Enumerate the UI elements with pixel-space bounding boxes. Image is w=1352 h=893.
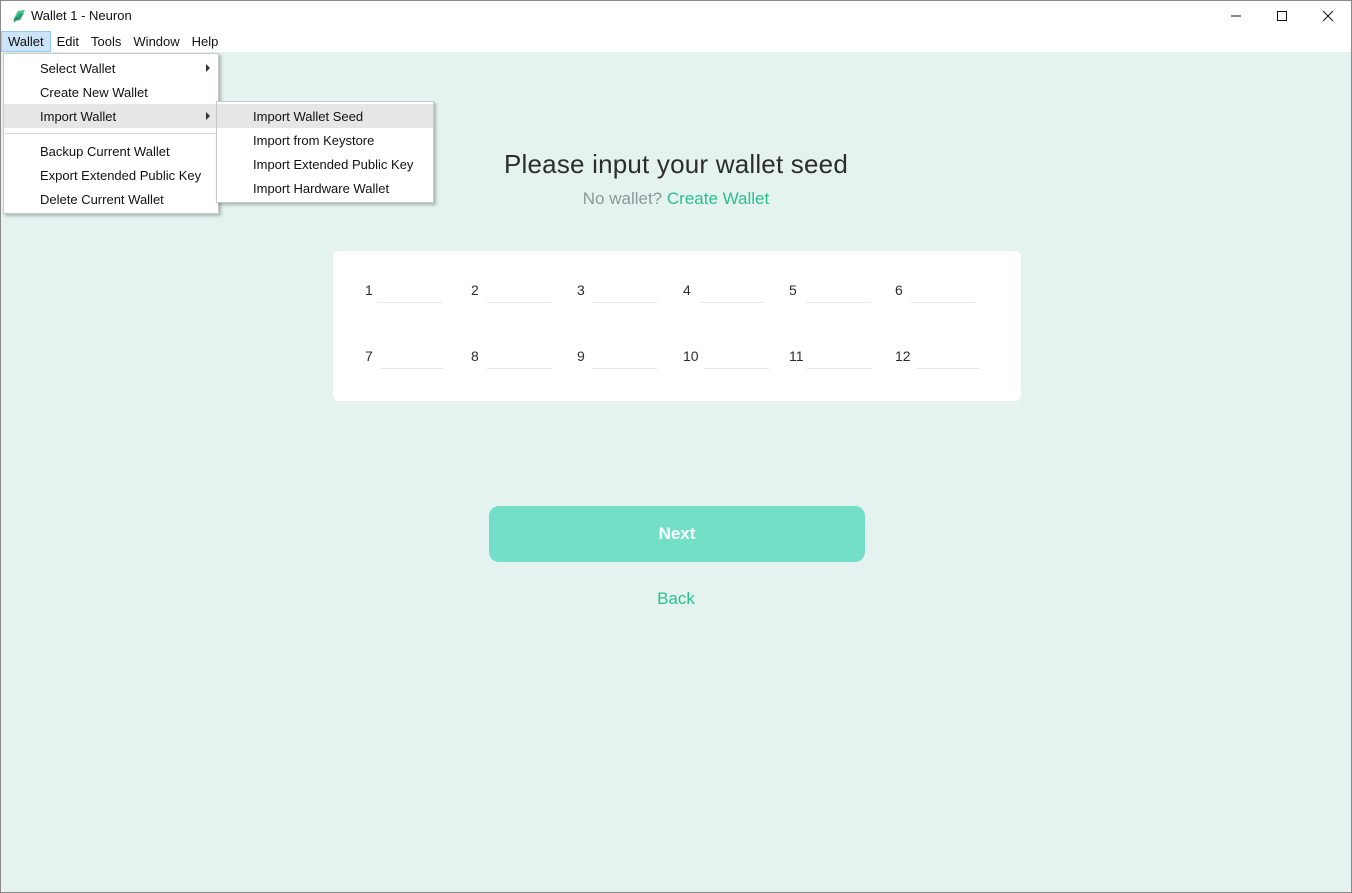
submenu-arrow-icon <box>206 64 210 72</box>
minimize-button[interactable] <box>1213 1 1259 31</box>
wallet-menu: Select Wallet Create New Wallet Import W… <box>3 53 219 214</box>
create-wallet-link[interactable]: Create Wallet <box>667 189 769 208</box>
seed-number: 11 <box>789 348 804 364</box>
seed-word-input-6[interactable] <box>911 281 975 303</box>
menu-tools[interactable]: Tools <box>85 31 127 52</box>
menu-item-label: Import Hardware Wallet <box>253 180 390 196</box>
menu-item-select-wallet[interactable]: Select Wallet <box>4 56 218 80</box>
menu-item-create-new-wallet[interactable]: Create New Wallet <box>4 80 218 104</box>
seed-number: 12 <box>895 348 911 364</box>
submenu-arrow-icon <box>206 112 210 120</box>
menu-item-label: Import Wallet <box>40 108 117 124</box>
seed-word-input-11[interactable] <box>807 347 871 369</box>
menu-item-export-extended-public-key[interactable]: Export Extended Public Key <box>4 163 218 187</box>
menu-item-import-wallet-seed[interactable]: Import Wallet Seed <box>217 104 433 128</box>
menu-item-label: Select Wallet <box>40 60 116 76</box>
close-icon <box>1322 10 1334 22</box>
no-wallet-text: No wallet? <box>582 189 663 208</box>
seed-word-input-12[interactable] <box>916 347 980 369</box>
window-title: Wallet 1 - Neuron <box>31 8 132 23</box>
menu-item-label: Create New Wallet <box>40 84 148 100</box>
seed-number: 2 <box>471 282 479 298</box>
window-controls <box>1213 1 1351 31</box>
menu-wallet[interactable]: Wallet <box>1 31 51 52</box>
menu-separator <box>5 133 217 134</box>
minimize-icon <box>1231 15 1241 17</box>
seed-word-input-1[interactable] <box>378 281 442 303</box>
menu-item-label: Delete Current Wallet <box>40 191 164 207</box>
seed-word-input-8[interactable] <box>487 347 551 369</box>
seed-word-input-5[interactable] <box>806 281 870 303</box>
app-window: Wallet 1 - Neuron Wallet Edit Tools Wind… <box>0 0 1352 893</box>
menu-item-import-from-keystore[interactable]: Import from Keystore <box>217 128 433 152</box>
seed-number: 8 <box>471 348 479 364</box>
seed-number: 10 <box>683 348 699 364</box>
menu-item-label: Export Extended Public Key <box>40 167 202 183</box>
back-link[interactable]: Back <box>1 589 1351 609</box>
menu-item-label: Import Extended Public Key <box>253 156 414 172</box>
seed-number: 1 <box>365 282 373 298</box>
seed-word-input-10[interactable] <box>705 347 769 369</box>
menu-item-import-hardware-wallet[interactable]: Import Hardware Wallet <box>217 176 433 200</box>
seed-number: 5 <box>789 282 797 298</box>
close-button[interactable] <box>1305 1 1351 31</box>
seed-word-input-9[interactable] <box>593 347 657 369</box>
seed-word-input-2[interactable] <box>487 281 551 303</box>
seed-word-input-7[interactable] <box>380 347 444 369</box>
next-button[interactable]: Next <box>489 506 865 562</box>
seed-word-input-3[interactable] <box>593 281 657 303</box>
menu-bar: Wallet Edit Tools Window Help <box>1 31 1351 52</box>
seed-word-input-4[interactable] <box>700 281 764 303</box>
menu-item-label: Import from Keystore <box>253 132 375 148</box>
menu-item-label: Import Wallet Seed <box>253 108 364 124</box>
menu-item-label: Backup Current Wallet <box>40 143 170 159</box>
menu-window[interactable]: Window <box>127 31 185 52</box>
seed-number: 6 <box>895 282 903 298</box>
title-bar: Wallet 1 - Neuron <box>1 1 1351 31</box>
seed-number: 9 <box>577 348 585 364</box>
menu-item-delete-current-wallet[interactable]: Delete Current Wallet <box>4 187 218 211</box>
menu-item-backup-current-wallet[interactable]: Backup Current Wallet <box>4 139 218 163</box>
seed-input-card: 1 2 3 4 5 6 7 8 9 10 11 12 <box>333 251 1021 401</box>
menu-help[interactable]: Help <box>186 31 225 52</box>
seed-number: 4 <box>683 282 691 298</box>
import-wallet-submenu: Import Wallet Seed Import from Keystore … <box>216 101 434 203</box>
maximize-icon <box>1277 11 1287 21</box>
menu-item-import-wallet[interactable]: Import Wallet <box>4 104 218 128</box>
seed-number: 3 <box>577 282 585 298</box>
seed-number: 7 <box>365 348 373 364</box>
neuron-logo-icon <box>13 10 25 23</box>
maximize-button[interactable] <box>1259 1 1305 31</box>
menu-edit[interactable]: Edit <box>51 31 85 52</box>
menu-item-import-extended-public-key[interactable]: Import Extended Public Key <box>217 152 433 176</box>
